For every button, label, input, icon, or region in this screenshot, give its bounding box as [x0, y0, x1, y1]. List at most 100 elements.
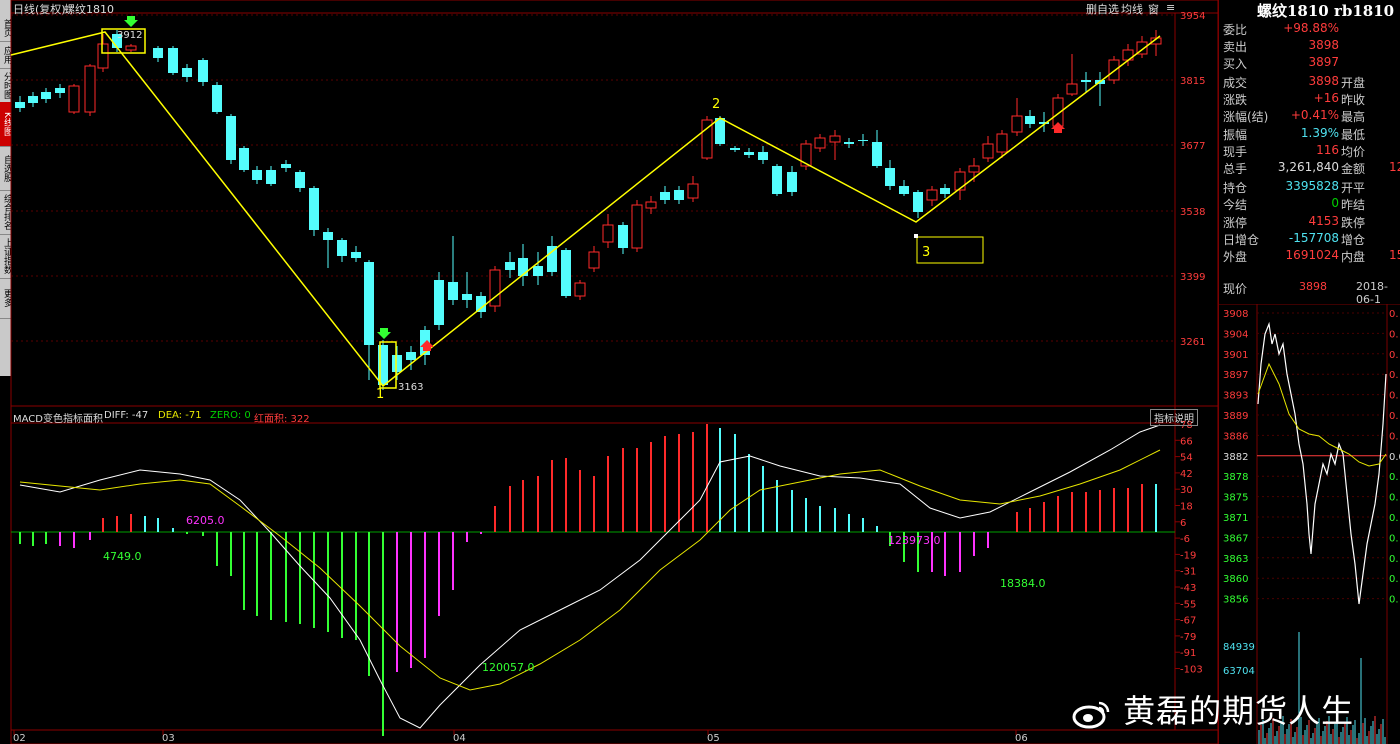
intraday-pct-tick: 0.: [1389, 554, 1399, 565]
quote-label: 卖出: [1223, 40, 1248, 54]
quote-label-2: 昨结: [1341, 198, 1366, 213]
candle-body: [602, 224, 614, 243]
macd-zero-label: ZERO: 0: [210, 410, 251, 421]
quote-label-2: 昨收: [1341, 93, 1366, 108]
quote-value-2: 12: [1389, 160, 1400, 174]
price-tick-label: 3815: [1180, 76, 1205, 87]
period-label: 日线(复权): [13, 3, 66, 16]
candle-body: [1011, 115, 1023, 133]
candle-body: [68, 85, 80, 113]
quote-row: 涨跌 +16 昨收: [1219, 90, 1400, 107]
quote-row: 振幅 1.39% 最低: [1219, 125, 1400, 142]
chart-area: 3954381536773538339932613912316312378665…: [10, 0, 1218, 744]
watermark-text: 黄磊的期货人生: [1123, 692, 1355, 730]
quote-row: 委比 +98.88%: [1219, 20, 1400, 37]
macd-tick-label: -67: [1180, 616, 1196, 627]
candle-body: [448, 282, 458, 300]
remove-favorite-button[interactable]: 删自选: [1086, 1, 1119, 17]
intraday-price-tick: 3863: [1223, 554, 1248, 565]
candle-body: [252, 170, 262, 180]
quote-label-2: 开平: [1341, 181, 1366, 196]
macd-tick-label: 30: [1180, 485, 1193, 496]
intraday-price-tick: 3908: [1223, 309, 1248, 320]
candle-body: [1108, 59, 1120, 81]
intraday-price-tick: 3856: [1223, 595, 1248, 606]
date-tick-label: 05: [707, 733, 720, 744]
candle-body: [899, 186, 909, 194]
quote-label-2: 均价: [1341, 144, 1366, 159]
macd-tick-label: 54: [1180, 453, 1193, 464]
quote-title: 螺纹1810 rb1810: [1257, 2, 1395, 20]
macd-tick-label: 66: [1180, 436, 1193, 447]
quote-row: 涨幅(结) +0.41% 最高: [1219, 107, 1400, 124]
candle-body: [913, 192, 923, 212]
intraday-chart: 3908 0. 3904 0. 3901 0. 3897 0. 3893 0. 3889 0. 3886…: [1219, 304, 1400, 744]
intraday-price-tick: 3867: [1223, 533, 1248, 544]
quote-row: 成交 3898 开盘: [1219, 73, 1400, 90]
macd-area-annotation: 6205.0: [186, 514, 225, 527]
quote-label: 持仓: [1223, 181, 1248, 196]
macd-area-label: 红面积: 322: [254, 414, 310, 425]
intraday-pct-tick: 0.: [1389, 329, 1399, 340]
intraday-price-tick: 3893: [1223, 391, 1248, 402]
intraday-pct-tick: 0.: [1389, 431, 1399, 442]
intraday-volume-tick: 84939: [1223, 642, 1255, 653]
quote-row: 现手 116 均价: [1219, 142, 1400, 159]
candle-body: [1066, 83, 1078, 95]
intraday-pct-tick: 0.: [1389, 411, 1399, 422]
candle-body: [392, 355, 402, 372]
window-button[interactable]: 窗: [1148, 1, 1159, 17]
candle-body: [674, 190, 684, 200]
sell-arrow-icon: [124, 16, 138, 27]
candle-body: [561, 250, 571, 296]
quote-value: 3,261,840: [1277, 160, 1339, 174]
candle-body: [744, 152, 754, 155]
candle-body: [631, 204, 643, 249]
moving-average-button[interactable]: 均线: [1121, 1, 1143, 17]
menu-icon[interactable]: ≡: [1166, 1, 1175, 14]
quote-value: 3897: [1308, 55, 1339, 69]
quote-value: 3898: [1308, 38, 1339, 52]
candle-body: [97, 43, 109, 69]
date-tick-label: 03: [162, 733, 175, 744]
candle-body: [337, 240, 347, 256]
quote-value: +16: [1313, 91, 1339, 106]
chart-frame: [10, 0, 1218, 744]
quote-row: 涨停 4153 跌停: [1219, 213, 1400, 230]
macd-tick-label: -103: [1180, 665, 1203, 676]
intraday-price-tick: 3886: [1223, 431, 1248, 442]
macd-tick-label: 6: [1180, 518, 1186, 529]
quote-label: 现手: [1223, 144, 1248, 159]
candle-body: [434, 280, 444, 325]
indicator-help-button[interactable]: 指标说明: [1150, 409, 1198, 426]
intraday-volume-tick: 63704: [1223, 666, 1255, 677]
quote-row: 外盘 1691024内盘 157: [1219, 247, 1400, 264]
candle-body: [885, 168, 895, 186]
candle-body: [645, 201, 657, 209]
quote-value: 4153: [1308, 213, 1339, 228]
intraday-pct-tick: 0.: [1389, 513, 1399, 524]
weibo-icon: [1072, 699, 1112, 729]
diff-line: [19, 424, 1161, 729]
candle-body: [84, 65, 96, 113]
candle-body: [858, 140, 868, 141]
macd-area-annotation: 123973.0: [888, 534, 941, 547]
candle-body: [226, 116, 236, 160]
candle-body: [872, 142, 882, 166]
quote-value-2: 157: [1389, 248, 1400, 262]
quote-label-2: 金额: [1341, 162, 1366, 176]
intraday-price-tick: 3901: [1223, 350, 1248, 361]
candle-body: [996, 133, 1008, 153]
candle-body: [406, 352, 416, 360]
quote-row: 日增仓 -157708 增仓: [1219, 230, 1400, 247]
candle-body: [954, 171, 966, 191]
candle-body: [940, 188, 950, 194]
macd-indicator-label: MACD变色指标面积: [13, 414, 103, 425]
macd-tick-label: -55: [1180, 599, 1196, 610]
candle-body: [15, 102, 25, 108]
macd-tick-label: -91: [1180, 648, 1196, 659]
quote-row: 卖出 3898: [1219, 37, 1400, 54]
dea-line: [19, 449, 1161, 691]
candle-body: [660, 192, 670, 200]
intraday-pct-tick: 0.: [1389, 533, 1399, 544]
